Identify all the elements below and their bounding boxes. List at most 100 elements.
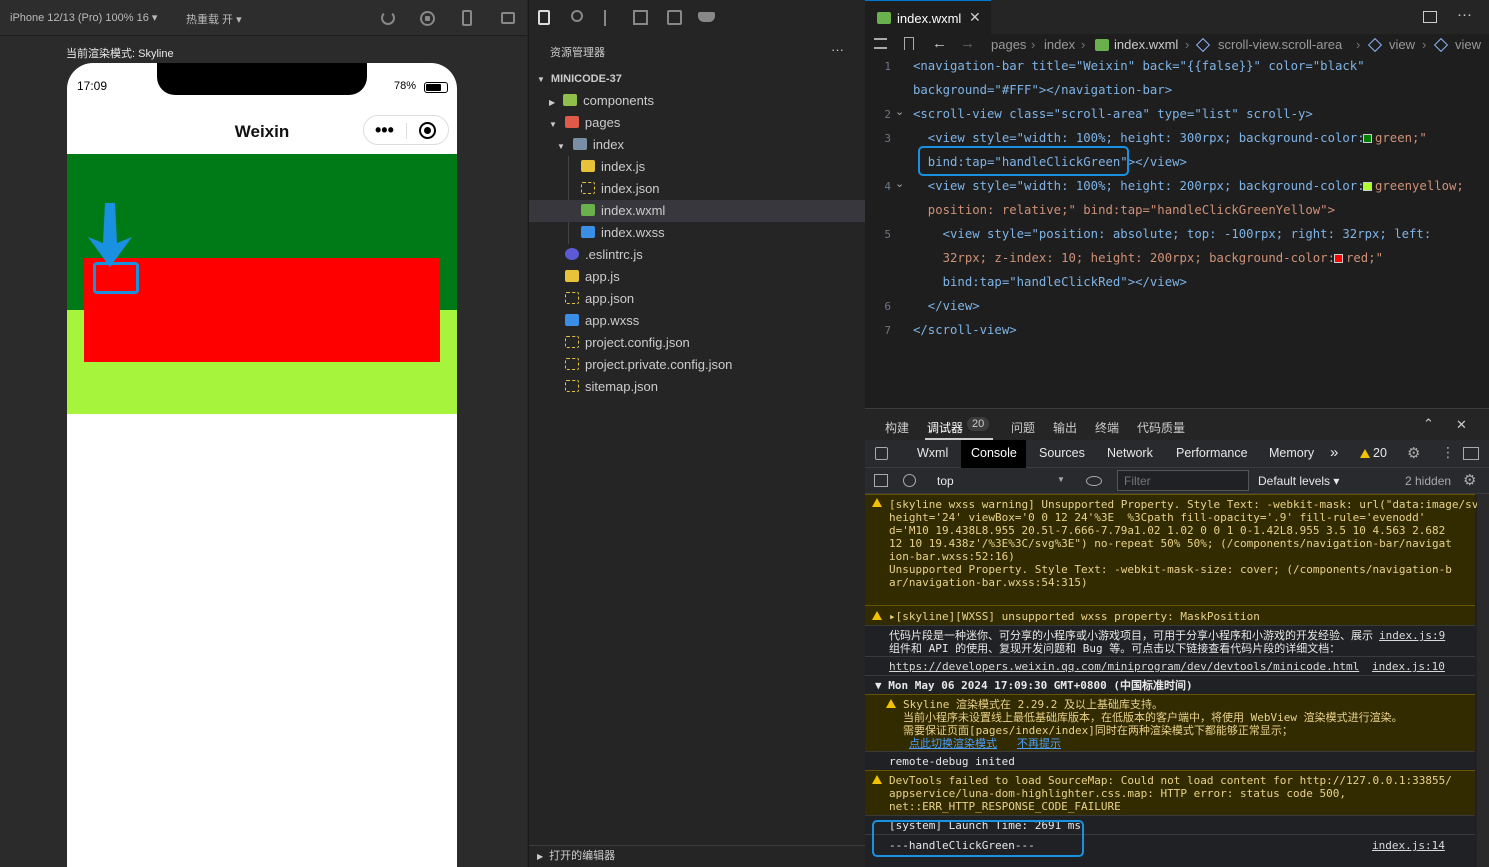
more-icon[interactable]: ••• bbox=[375, 121, 394, 139]
log-levels-dropdown[interactable]: Default levels ▾ bbox=[1258, 474, 1339, 488]
code-line[interactable]: green;" bbox=[1375, 131, 1427, 145]
tab-wxml[interactable]: Wxml bbox=[917, 446, 948, 460]
menu-capsule[interactable]: ••• bbox=[363, 115, 449, 145]
explorer-more-button[interactable]: ··· bbox=[831, 42, 844, 57]
dock-icon[interactable] bbox=[1463, 447, 1479, 460]
tab-memory[interactable]: Memory bbox=[1269, 446, 1314, 460]
code-line[interactable]: </view> bbox=[913, 299, 980, 313]
docker-icon[interactable] bbox=[698, 12, 715, 22]
tree-item-sitemap[interactable]: sitemap.json bbox=[565, 376, 658, 398]
tree-item-project-private-config[interactable]: project.private.config.json bbox=[565, 354, 732, 376]
eye-icon[interactable] bbox=[1086, 476, 1102, 486]
source-link[interactable]: index.js:14 bbox=[1372, 839, 1445, 852]
code-line[interactable]: <scroll-view class="scroll-area" type="l… bbox=[913, 107, 1313, 121]
more-vert-icon[interactable]: ⋮ bbox=[1441, 444, 1455, 461]
fold-chevron-icon[interactable]: ⌄ bbox=[895, 105, 904, 118]
tab-console[interactable]: Console bbox=[971, 446, 1017, 460]
source-link[interactable]: index.js:10 bbox=[1372, 660, 1445, 673]
console-scrollbar[interactable] bbox=[1477, 494, 1489, 867]
tab-build[interactable]: 构建 bbox=[885, 419, 909, 436]
forward-arrow-icon[interactable]: → bbox=[960, 35, 975, 52]
phone-icon[interactable] bbox=[462, 10, 472, 26]
tree-item-eslintrc[interactable]: .eslintrc.js bbox=[565, 244, 643, 266]
code-line[interactable]: 32rpx; z-index: 10; height: 200rpx; back… bbox=[913, 251, 1342, 265]
more-actions-icon[interactable]: ··· bbox=[1457, 6, 1472, 23]
tree-item-pages[interactable]: ▼ pages bbox=[549, 112, 620, 134]
tab-output[interactable]: 输出 bbox=[1053, 419, 1077, 436]
source-control-icon[interactable] bbox=[604, 10, 614, 26]
tree-item-index-wxss[interactable]: index.wxss bbox=[581, 222, 665, 244]
context-selector[interactable]: top bbox=[937, 474, 954, 488]
code-line[interactable]: <view style="position: absolute; top: -1… bbox=[913, 227, 1432, 241]
tree-item-app-wxss[interactable]: app.wxss bbox=[565, 310, 639, 332]
outline-icon[interactable] bbox=[874, 38, 887, 49]
code-line[interactable]: <view style="width: 100%; height: 200rpx… bbox=[913, 179, 1372, 193]
warning-count[interactable]: 20 bbox=[1373, 446, 1387, 460]
console-settings-icon[interactable]: ⚙ bbox=[1463, 471, 1476, 489]
back-arrow-icon[interactable]: ← bbox=[932, 35, 947, 52]
crumb-view-inner[interactable]: view bbox=[1455, 37, 1481, 52]
code-line[interactable]: background="#FFF"></navigation-bar> bbox=[913, 83, 1172, 97]
dont-show-again-link[interactable]: 不再提示 bbox=[1017, 737, 1061, 750]
filter-input[interactable] bbox=[1117, 470, 1249, 491]
tab-debugger[interactable]: 调试器 bbox=[927, 419, 963, 436]
warning-text[interactable]: ▸[skyline][WXSS] unsupported wxss proper… bbox=[889, 610, 1260, 623]
tree-item-index-folder[interactable]: ▼ index bbox=[557, 134, 624, 156]
bookmark-icon[interactable] bbox=[904, 37, 914, 50]
crumb-index[interactable]: index bbox=[1044, 37, 1075, 52]
close-icon[interactable]: ✕ bbox=[1456, 417, 1467, 433]
window-icon[interactable] bbox=[501, 12, 515, 24]
close-miniprogram-icon[interactable] bbox=[419, 122, 436, 139]
switch-render-mode-link[interactable]: 点此切换渲染模式 bbox=[909, 737, 997, 750]
tab-network[interactable]: Network bbox=[1107, 446, 1153, 460]
open-editors-section[interactable]: ▶ 打开的编辑器 bbox=[529, 845, 866, 867]
crumb-file[interactable]: index.wxml bbox=[1114, 37, 1178, 52]
tree-item-components[interactable]: ▶ components bbox=[549, 90, 654, 112]
tree-item-app-json[interactable]: app.json bbox=[565, 288, 634, 310]
sidebar-toggle-icon[interactable] bbox=[874, 474, 888, 487]
settings-gear-icon[interactable]: ⚙ bbox=[1407, 444, 1420, 462]
inspect-element-icon[interactable] bbox=[875, 447, 888, 460]
code-line[interactable]: bind:tap="handleClickRed"></view> bbox=[913, 275, 1187, 289]
code-line[interactable]: greenyellow; bbox=[1375, 179, 1464, 193]
tab-performance[interactable]: Performance bbox=[1176, 446, 1248, 460]
chevron-up-icon[interactable]: ⌃ bbox=[1423, 416, 1434, 432]
tree-item-project-config[interactable]: project.config.json bbox=[565, 332, 690, 354]
code-line[interactable]: red;" bbox=[1346, 251, 1383, 265]
project-root[interactable]: ▼ MINICODE-37 bbox=[537, 68, 622, 90]
code-line[interactable]: <view style="width: 100%; height: 300rpx… bbox=[913, 131, 1372, 145]
fold-chevron-icon[interactable]: ⌄ bbox=[895, 177, 904, 190]
debug-icon[interactable] bbox=[667, 10, 682, 25]
crumb-scroll-view[interactable]: scroll-view.scroll-area bbox=[1218, 37, 1342, 52]
device-selector[interactable]: iPhone 12/13 (Pro) 100% 16 ▾ bbox=[10, 11, 157, 24]
crumb-pages[interactable]: pages bbox=[991, 37, 1026, 52]
files-icon[interactable] bbox=[538, 10, 550, 25]
code-line[interactable]: </scroll-view> bbox=[913, 323, 1017, 337]
tab-problems[interactable]: 问题 bbox=[1011, 419, 1035, 436]
code-line[interactable]: position: relative;" bind:tap="handleCli… bbox=[913, 203, 1335, 217]
doc-link[interactable]: https://developers.weixin.qq.com/minipro… bbox=[889, 660, 1359, 673]
close-icon[interactable]: ✕ bbox=[969, 9, 981, 26]
tab-sources[interactable]: Sources bbox=[1039, 446, 1085, 460]
more-tabs-button[interactable]: » bbox=[1330, 444, 1338, 461]
console-group-header[interactable]: ▼ Mon May 06 2024 17:09:30 GMT+0800 (中国标… bbox=[865, 675, 1475, 694]
clear-console-icon[interactable] bbox=[903, 474, 916, 487]
tree-item-index-json[interactable]: index.json bbox=[581, 178, 660, 200]
warning-icon bbox=[872, 611, 882, 620]
tab-code-quality[interactable]: 代码质量 bbox=[1137, 419, 1185, 436]
group-title[interactable]: ▼ Mon May 06 2024 17:09:30 GMT+0800 (中国标… bbox=[875, 679, 1193, 692]
tab-index-wxml[interactable]: index.wxml ✕ bbox=[865, 0, 991, 34]
code-line[interactable]: <navigation-bar title="Weixin" back="{{f… bbox=[913, 59, 1365, 73]
tree-item-app-js[interactable]: app.js bbox=[565, 266, 620, 288]
extensions-icon[interactable] bbox=[633, 10, 648, 25]
hot-reload-toggle[interactable]: 热重载 开 ▾ bbox=[186, 11, 242, 27]
tree-item-index-wxml[interactable]: index.wxml bbox=[581, 200, 665, 222]
tab-terminal[interactable]: 终端 bbox=[1095, 419, 1119, 436]
crumb-view[interactable]: view bbox=[1389, 37, 1415, 52]
source-link[interactable]: index.js:9 bbox=[1379, 629, 1445, 642]
stop-icon[interactable] bbox=[420, 11, 435, 26]
refresh-icon[interactable] bbox=[381, 11, 395, 25]
tree-item-index-js[interactable]: index.js bbox=[581, 156, 645, 178]
split-editor-icon[interactable] bbox=[1423, 11, 1437, 23]
search-icon[interactable] bbox=[571, 10, 583, 22]
